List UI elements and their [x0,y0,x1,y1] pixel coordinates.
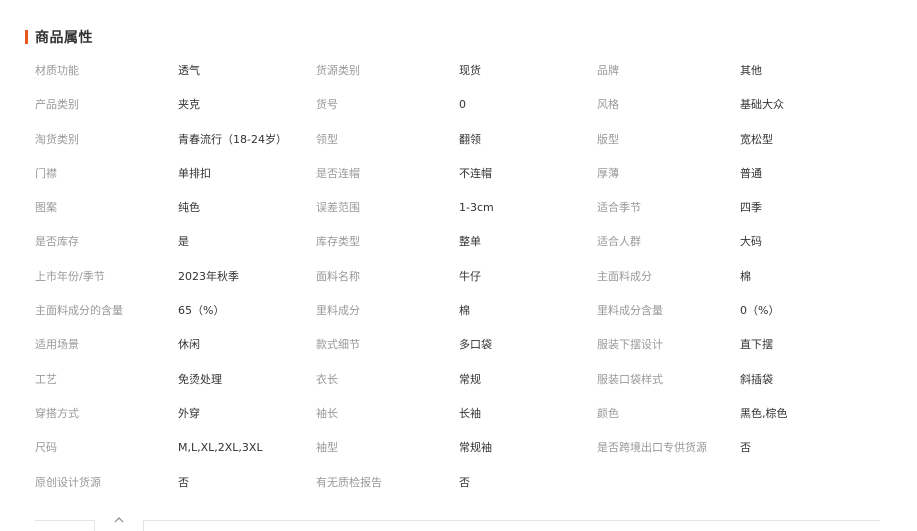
attribute-value: 1-3cm [459,201,494,215]
attribute-label: 尺码 [35,441,57,455]
attribute-label: 版型 [597,132,619,146]
attribute-value: 翻领 [459,132,481,146]
attribute-value: 单排扣 [178,166,211,180]
attribute-value: 普通 [740,166,762,180]
attribute-label: 误差范围 [316,201,360,215]
attribute-value: 免烫处理 [178,372,222,386]
attribute-value: 整单 [459,235,481,249]
chevron-up-icon[interactable] [112,515,126,525]
attribute-value: 多口袋 [459,338,492,352]
attribute-value: 不连帽 [459,166,492,180]
attribute-label: 领型 [316,132,338,146]
attribute-label: 适合季节 [597,201,641,215]
attribute-value: 否 [740,441,751,455]
attribute-label: 面料名称 [316,269,360,283]
attribute-value: 棉 [740,269,751,283]
attribute-value: 65（%） [178,304,225,318]
attribute-label: 有无质检报告 [316,475,382,489]
accent-bar [25,30,28,44]
attribute-label: 主面料成分的含量 [35,304,123,318]
attribute-label: 图案 [35,201,57,215]
attribute-row: 适用场景 休闲 款式细节 多口袋 服装下摆设计 直下摆 [35,335,895,369]
attribute-value: 棉 [459,304,470,318]
attribute-value: 基础大众 [740,98,784,112]
attribute-label: 上市年份/季节 [35,269,105,283]
attribute-value: 0（%） [740,304,780,318]
attribute-label: 厚薄 [597,166,619,180]
attribute-label: 主面料成分 [597,269,652,283]
attribute-value: 是 [178,235,189,249]
attribute-label: 服装下摆设计 [597,338,663,352]
attribute-value: 大码 [740,235,762,249]
attribute-value: 否 [178,475,189,489]
attribute-row: 材质功能 透气 货源类别 现货 品牌 其他 [35,61,895,95]
attribute-label: 品牌 [597,64,619,77]
attribute-row: 门襟 单排扣 是否连帽 不连帽 厚薄 普通 [35,164,895,198]
product-attributes-panel: 商品属性 材质功能 透气 货源类别 现货 品牌 其他产品类别 夹克 货号 0 风格 基础大众淘货类别… [0,0,917,531]
attribute-label: 淘货类别 [35,132,79,146]
attribute-label: 是否跨境出口专供货源 [597,441,707,455]
attribute-label: 货号 [316,98,338,112]
attribute-label: 工艺 [35,372,57,386]
attribute-row: 图案 纯色 误差范围 1-3cm 适合季节 四季 [35,198,895,232]
attribute-label: 颜色 [597,406,619,420]
attribute-value: 其他 [740,64,762,77]
attribute-value: M,L,XL,2XL,3XL [178,441,263,455]
attribute-label: 款式细节 [316,338,360,352]
attribute-label: 衣长 [316,372,338,386]
attribute-value: 透气 [178,64,200,77]
attribute-value: 纯色 [178,201,200,215]
attribute-value: 休闲 [178,338,200,352]
attribute-row: 产品类别 夹克 货号 0 风格 基础大众 [35,95,895,129]
attribute-label: 原创设计货源 [35,475,101,489]
attribute-value: 夹克 [178,98,200,112]
attribute-label: 产品类别 [35,98,79,112]
attribute-value: 外穿 [178,406,200,420]
attribute-row: 是否库存 是 库存类型 整单 适合人群 大码 [35,232,895,266]
attribute-value: 青春流行（18-24岁） [178,132,287,146]
attribute-value: 黑色,棕色 [740,406,788,420]
attribute-label: 适用场景 [35,338,79,352]
attribute-row: 工艺 免烫处理 衣长 常规 服装口袋样式 斜插袋 [35,370,895,404]
attribute-value: 直下摆 [740,338,773,352]
attribute-row: 原创设计货源 否 有无质检报告 否 [35,473,895,507]
attribute-row: 上市年份/季节 2023年秋季 面料名称 牛仔 主面料成分 棉 [35,267,895,301]
attribute-value: 常规袖 [459,441,492,455]
attribute-value: 四季 [740,201,762,215]
attribute-label: 货源类别 [316,64,360,77]
section-header: 商品属性 [25,29,93,46]
attribute-label: 服装口袋样式 [597,372,663,386]
attribute-label: 袖型 [316,441,338,455]
attribute-label: 库存类型 [316,235,360,249]
attribute-value: 现货 [459,64,481,77]
attribute-label: 是否连帽 [316,166,360,180]
attribute-value: 斜插袋 [740,372,773,386]
attributes-grid: 材质功能 透气 货源类别 现货 品牌 其他产品类别 夹克 货号 0 风格 基础大众淘货类别 青春流行（… [35,61,895,507]
bottom-divider [35,517,880,531]
attribute-value: 牛仔 [459,269,481,283]
attribute-label: 袖长 [316,406,338,420]
attribute-value: 长袖 [459,406,481,420]
attribute-label: 穿搭方式 [35,406,79,420]
attribute-value: 2023年秋季 [178,269,239,283]
attribute-value: 否 [459,475,470,489]
attribute-value: 0 [459,98,466,112]
attribute-row: 主面料成分的含量 65（%） 里料成分 棉 里料成分含量 0（%） [35,301,895,335]
attribute-row: 穿搭方式 外穿 袖长 长袖 颜色 黑色,棕色 [35,404,895,438]
attribute-label: 是否库存 [35,235,79,249]
attribute-row: 淘货类别 青春流行（18-24岁） 领型 翻领 版型 宽松型 [35,130,895,164]
attribute-value: 常规 [459,372,481,386]
attribute-value: 宽松型 [740,132,773,146]
attribute-label: 材质功能 [35,64,79,77]
attribute-label: 里料成分 [316,304,360,318]
attribute-label: 适合人群 [597,235,641,249]
attribute-row: 尺码 M,L,XL,2XL,3XL 袖型 常规袖 是否跨境出口专供货源 否 [35,438,895,472]
section-title: 商品属性 [35,30,93,46]
attribute-label: 门襟 [35,166,57,180]
attribute-label: 风格 [597,98,619,112]
attribute-label: 里料成分含量 [597,304,663,318]
